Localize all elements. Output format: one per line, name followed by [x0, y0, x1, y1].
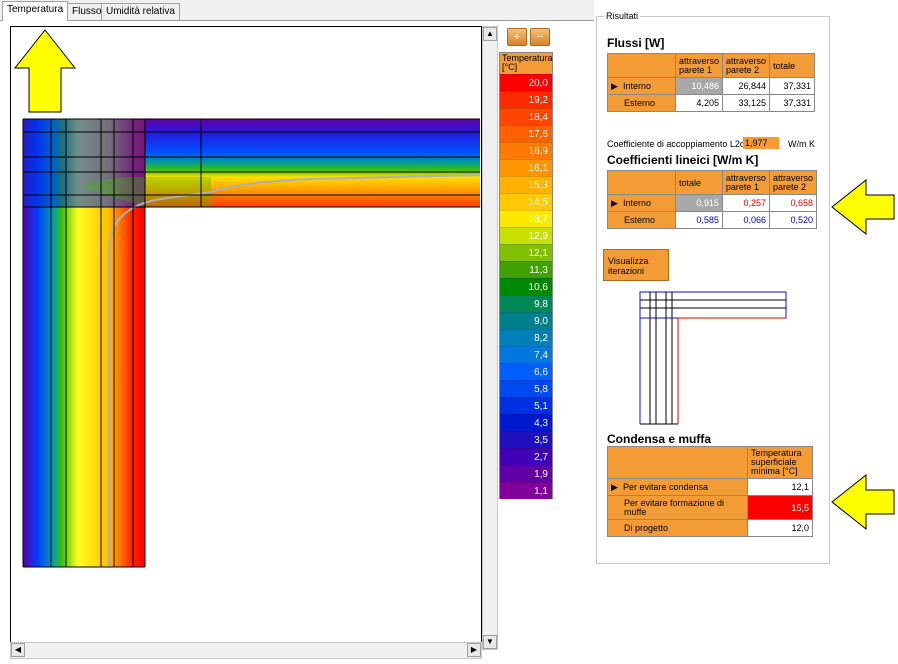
left-arrow-icon	[831, 178, 895, 236]
thermal-map	[22, 118, 481, 568]
table-cell[interactable]: 0,257	[721, 194, 770, 212]
tab-temperatura[interactable]: Temperatura	[2, 1, 69, 21]
table-row[interactable]: Di progetto 12,0	[607, 519, 813, 537]
zoom-out-button[interactable]: −	[530, 28, 550, 46]
table-cell[interactable]: 37,331	[769, 77, 815, 95]
legend-item: 1,9	[500, 465, 552, 482]
legend-items: 20,0 19,2 18,4 17,6 16,9 16,1 15,3 14,5 13,7 12,9…	[500, 74, 552, 499]
legend-item: 17,6	[500, 125, 552, 142]
row-label: Di progetto	[607, 519, 748, 537]
flussi-header: totale	[769, 53, 815, 78]
coupling-unit: W/m K	[788, 139, 815, 149]
table-cell[interactable]: 26,844	[722, 77, 771, 95]
table-cell[interactable]: 0,066	[721, 211, 770, 229]
legend-item: 1,1	[500, 482, 552, 499]
flussi-header: attraverso parete 2	[722, 53, 771, 78]
table-row[interactable]: Esterno 0,585 0,066 0,520	[607, 211, 818, 229]
legend-item: 9,0	[500, 312, 552, 329]
row-label: ▶ Per evitare condensa	[607, 478, 748, 496]
condensa-title: Condensa e muffa	[607, 432, 712, 446]
row-label: Esterno	[607, 94, 676, 112]
coupling-value[interactable]: 1,977	[743, 137, 779, 149]
legend-item: 5,8	[500, 380, 552, 397]
legend-item: 19,2	[500, 91, 552, 108]
flussi-header: attraverso parete 1	[674, 53, 724, 78]
legend-item: 6,6	[500, 363, 552, 380]
flussi-table: attraverso parete 1 attraverso parete 2 …	[607, 53, 815, 112]
table-cell[interactable]: 0,658	[768, 194, 818, 212]
legend-item: 16,9	[500, 142, 552, 159]
tab-umidita-relativa[interactable]: Umidità relativa	[101, 3, 180, 20]
lineici-table: totale attraverso parete 1 attraverso pa…	[607, 170, 818, 229]
legend-item: 3,5	[500, 431, 552, 448]
table-cell[interactable]: 0,585	[674, 211, 723, 229]
condensa-corner	[607, 446, 748, 479]
table-row[interactable]: Per evitare formazione di muffe 15,5	[607, 495, 813, 520]
horizontal-scrollbar[interactable]: ◀ ▶	[10, 642, 482, 659]
row-label: ▶ Interno	[607, 77, 676, 95]
scroll-left-icon[interactable]: ◀	[11, 643, 25, 657]
scroll-up-icon[interactable]: ▲	[483, 27, 497, 41]
legend-item: 10,6	[500, 278, 552, 295]
row-label: ▶ Interno	[607, 194, 676, 212]
table-cell[interactable]: 10,486	[674, 77, 724, 95]
table-cell[interactable]: 4,205	[674, 94, 724, 112]
legend-item: 13,7	[500, 210, 552, 227]
table-cell[interactable]: 12,0	[747, 519, 813, 537]
legend-item: 16,1	[500, 159, 552, 176]
scroll-down-icon[interactable]: ▼	[483, 635, 497, 649]
legend-item: 2,7	[500, 448, 552, 465]
legend-item: 15,3	[500, 176, 552, 193]
visualizza-iterazioni-button[interactable]: Visualizza iterazioni	[603, 249, 669, 281]
coupling-label: Coefficiente di accoppiamento L2d	[607, 139, 745, 149]
scroll-right-icon[interactable]: ▶	[467, 643, 481, 657]
vertical-scrollbar[interactable]: ▲ ▼	[482, 26, 498, 650]
table-cell[interactable]: 37,331	[769, 94, 815, 112]
legend-item: 20,0	[500, 74, 552, 91]
up-arrow-icon	[13, 29, 77, 113]
lineici-header: totale	[674, 170, 723, 195]
table-cell[interactable]: 12,1	[747, 478, 813, 496]
row-label: Per evitare formazione di muffe	[607, 495, 748, 520]
table-cell[interactable]: 15,5	[747, 495, 813, 520]
legend-item: 12,9	[500, 227, 552, 244]
legend-item: 9,8	[500, 295, 552, 312]
flussi-corner	[607, 53, 676, 78]
lineici-header: attraverso parete 2	[768, 170, 818, 195]
table-cell[interactable]: 0,520	[768, 211, 818, 229]
table-row[interactable]: ▶ Interno 0,915 0,257 0,658	[607, 194, 818, 212]
lineici-corner	[607, 170, 676, 195]
legend-item: 18,4	[500, 108, 552, 125]
left-arrow-icon	[831, 473, 895, 531]
legend-item: 4,3	[500, 414, 552, 431]
results-title: Risultati	[604, 11, 641, 21]
condensa-header: Temperatura superficiale minima [°C]	[747, 446, 813, 479]
table-row[interactable]: Esterno 4,205 33,125 37,331	[607, 94, 815, 112]
table-cell[interactable]: 0,915	[674, 194, 723, 212]
legend-item: 8,2	[500, 329, 552, 346]
table-cell[interactable]: 33,125	[722, 94, 771, 112]
table-row[interactable]: ▶ Per evitare condensa 12,1	[607, 478, 813, 496]
legend-item: 7,4	[500, 346, 552, 363]
thermal-canvas	[10, 26, 482, 650]
legend-header: Temperatura [°C]	[500, 53, 553, 74]
flussi-title: Flussi [W]	[607, 36, 665, 50]
condensa-table: Temperatura superficiale minima [°C] ▶ P…	[607, 446, 813, 537]
legend-item: 5,1	[500, 397, 552, 414]
temperature-legend: Temperatura [°C] 20,0 19,2 18,4 17,6 16,9 16,…	[499, 52, 553, 499]
tab-bar: Temperatura Flusso Umidità relativa	[0, 0, 594, 21]
lineici-title: Coefficienti lineici [W/m K]	[607, 153, 759, 167]
zoom-in-button[interactable]: +	[507, 28, 527, 46]
legend-item: 12,1	[500, 244, 552, 261]
legend-item: 11,3	[500, 261, 552, 278]
table-row[interactable]: ▶ Interno 10,486 26,844 37,331	[607, 77, 815, 95]
row-label: Esterno	[607, 211, 676, 229]
lineici-header: attraverso parete 1	[721, 170, 770, 195]
legend-item: 14,5	[500, 193, 552, 210]
geometry-schematic	[639, 291, 787, 425]
